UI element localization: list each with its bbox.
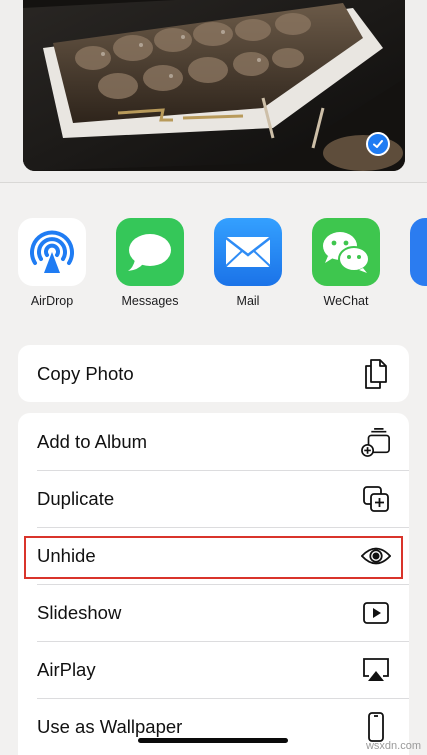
action-airplay[interactable]: AirPlay bbox=[18, 641, 409, 698]
action-label: Duplicate bbox=[37, 487, 115, 509]
share-sheet: AirDrop Messages Mail WeChat Copy Photo … bbox=[0, 0, 427, 755]
airdrop-icon bbox=[18, 218, 86, 286]
play-icon bbox=[361, 598, 391, 628]
airplay-icon bbox=[361, 655, 391, 685]
action-group-main: Add to Album Duplicate Unhide Slideshow … bbox=[18, 413, 409, 755]
duplicate-icon bbox=[361, 484, 391, 514]
action-label: Unhide bbox=[37, 544, 96, 566]
wechat-icon bbox=[312, 218, 380, 286]
app-label: AirDrop bbox=[30, 294, 74, 308]
app-label: WeChat bbox=[323, 294, 369, 308]
app-label: Mail bbox=[236, 294, 260, 308]
eye-icon bbox=[361, 541, 391, 571]
app-icon bbox=[410, 218, 427, 286]
share-app-wechat[interactable]: WeChat bbox=[304, 218, 388, 308]
share-app-messages[interactable]: Messages bbox=[108, 218, 192, 308]
home-indicator[interactable] bbox=[138, 738, 288, 743]
photo-image bbox=[23, 0, 405, 171]
app-label: Messages bbox=[121, 294, 179, 308]
action-slideshow[interactable]: Slideshow bbox=[18, 584, 409, 641]
app-label: A bbox=[402, 294, 427, 308]
action-duplicate[interactable]: Duplicate bbox=[18, 470, 409, 527]
selected-checkmark-icon bbox=[366, 132, 390, 156]
photo-preview-area bbox=[0, 0, 427, 183]
action-label: Use as Wallpaper bbox=[37, 715, 183, 737]
photo-thumbnail[interactable] bbox=[23, 0, 405, 171]
messages-icon bbox=[116, 218, 184, 286]
share-app-partial[interactable]: A bbox=[402, 218, 427, 308]
share-app-mail[interactable]: Mail bbox=[206, 218, 290, 308]
mail-icon bbox=[214, 218, 282, 286]
share-app-airdrop[interactable]: AirDrop bbox=[10, 218, 94, 308]
action-copy-photo[interactable]: Copy Photo bbox=[18, 345, 409, 402]
action-label: AirPlay bbox=[37, 658, 96, 680]
copy-icon bbox=[361, 358, 391, 389]
action-label: Slideshow bbox=[37, 601, 122, 623]
action-use-as-wallpaper[interactable]: Use as Wallpaper bbox=[18, 698, 409, 755]
share-apps-row: AirDrop Messages Mail WeChat bbox=[0, 218, 427, 318]
phone-icon bbox=[361, 711, 391, 742]
action-label: Copy Photo bbox=[37, 362, 134, 384]
action-unhide[interactable]: Unhide bbox=[18, 527, 409, 584]
watermark-text: wsxdn.com bbox=[365, 740, 421, 752]
add-to-album-icon bbox=[361, 427, 391, 457]
action-add-to-album[interactable]: Add to Album bbox=[18, 413, 409, 470]
action-label: Add to Album bbox=[37, 430, 148, 452]
action-group-copy: Copy Photo bbox=[18, 345, 409, 402]
